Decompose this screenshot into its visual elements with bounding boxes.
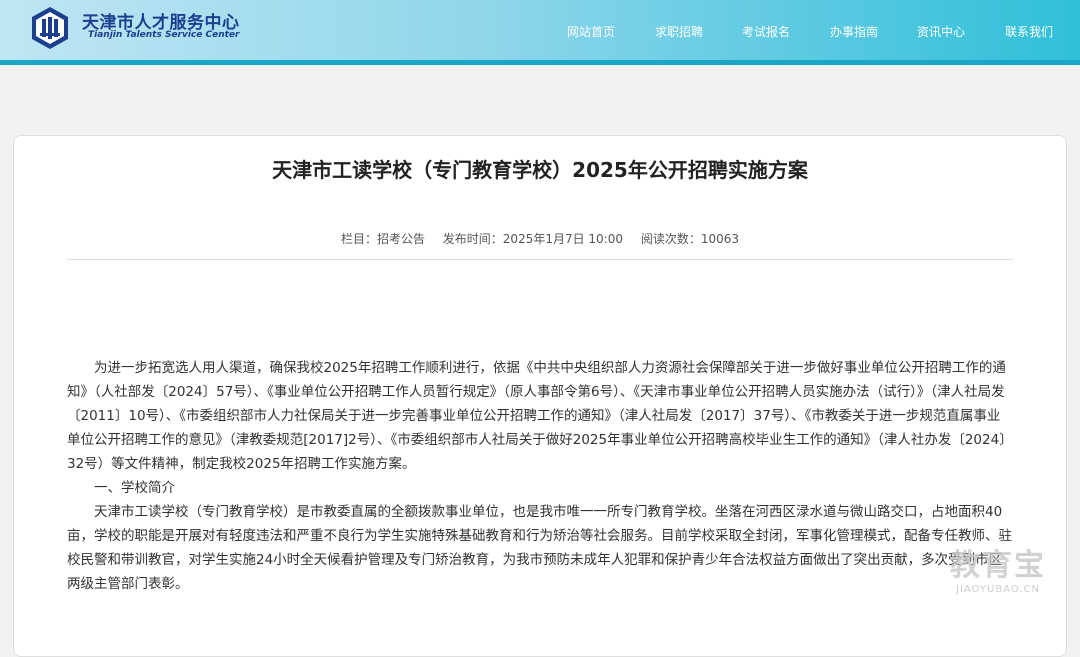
nav-item-home[interactable]: 网站首页	[567, 23, 615, 40]
site-header: 天津市人才服务中心 Tianjin Talents Service Center…	[0, 0, 1080, 62]
meta-views: 阅读次数：10063	[640, 232, 740, 246]
article-body: 为进一步拓宽选人用人渠道，确保我校2025年招聘工作顺利进行，依据《中共中央组织…	[67, 356, 1013, 596]
watermark-text-cn: 教育宝	[950, 548, 1046, 583]
meta-column[interactable]: 栏目：招考公告	[341, 232, 425, 246]
nav-item-news[interactable]: 资讯中心	[917, 23, 965, 40]
main-nav: 网站首页 求职招聘 考试报名 办事指南 资讯中心 联系我们	[0, 23, 1080, 39]
paragraph-intro: 为进一步拓宽选人用人渠道，确保我校2025年招聘工作顺利进行，依据《中共中央组织…	[67, 360, 1013, 472]
divider	[67, 259, 1013, 260]
article-title: 天津市工读学校（专门教育学校）2025年公开招聘实施方案	[272, 158, 808, 182]
header-accent-bar	[0, 60, 1080, 65]
nav-item-service-guide[interactable]: 办事指南	[830, 23, 878, 40]
watermark: 教育宝 JIAOYUBAO.CN	[938, 548, 1058, 595]
nav-item-jobs[interactable]: 求职招聘	[655, 23, 703, 40]
nav-item-exam-registration[interactable]: 考试报名	[742, 23, 790, 40]
watermark-text-en: JIAOYUBAO.CN	[956, 584, 1040, 595]
section-heading: 一、学校简介	[94, 480, 175, 496]
meta-published: 发布时间：2025年1月7日 10:00	[442, 232, 624, 246]
paragraph-school-intro: 天津市工读学校（专门教育学校）是市教委直属的全额拨款事业单位，也是我市唯一一所专…	[67, 504, 1012, 592]
article-meta: 栏目：招考公告 发布时间：2025年1月7日 10:00 阅读次数：10063	[14, 230, 1066, 247]
nav-item-contact[interactable]: 联系我们	[1005, 23, 1053, 40]
